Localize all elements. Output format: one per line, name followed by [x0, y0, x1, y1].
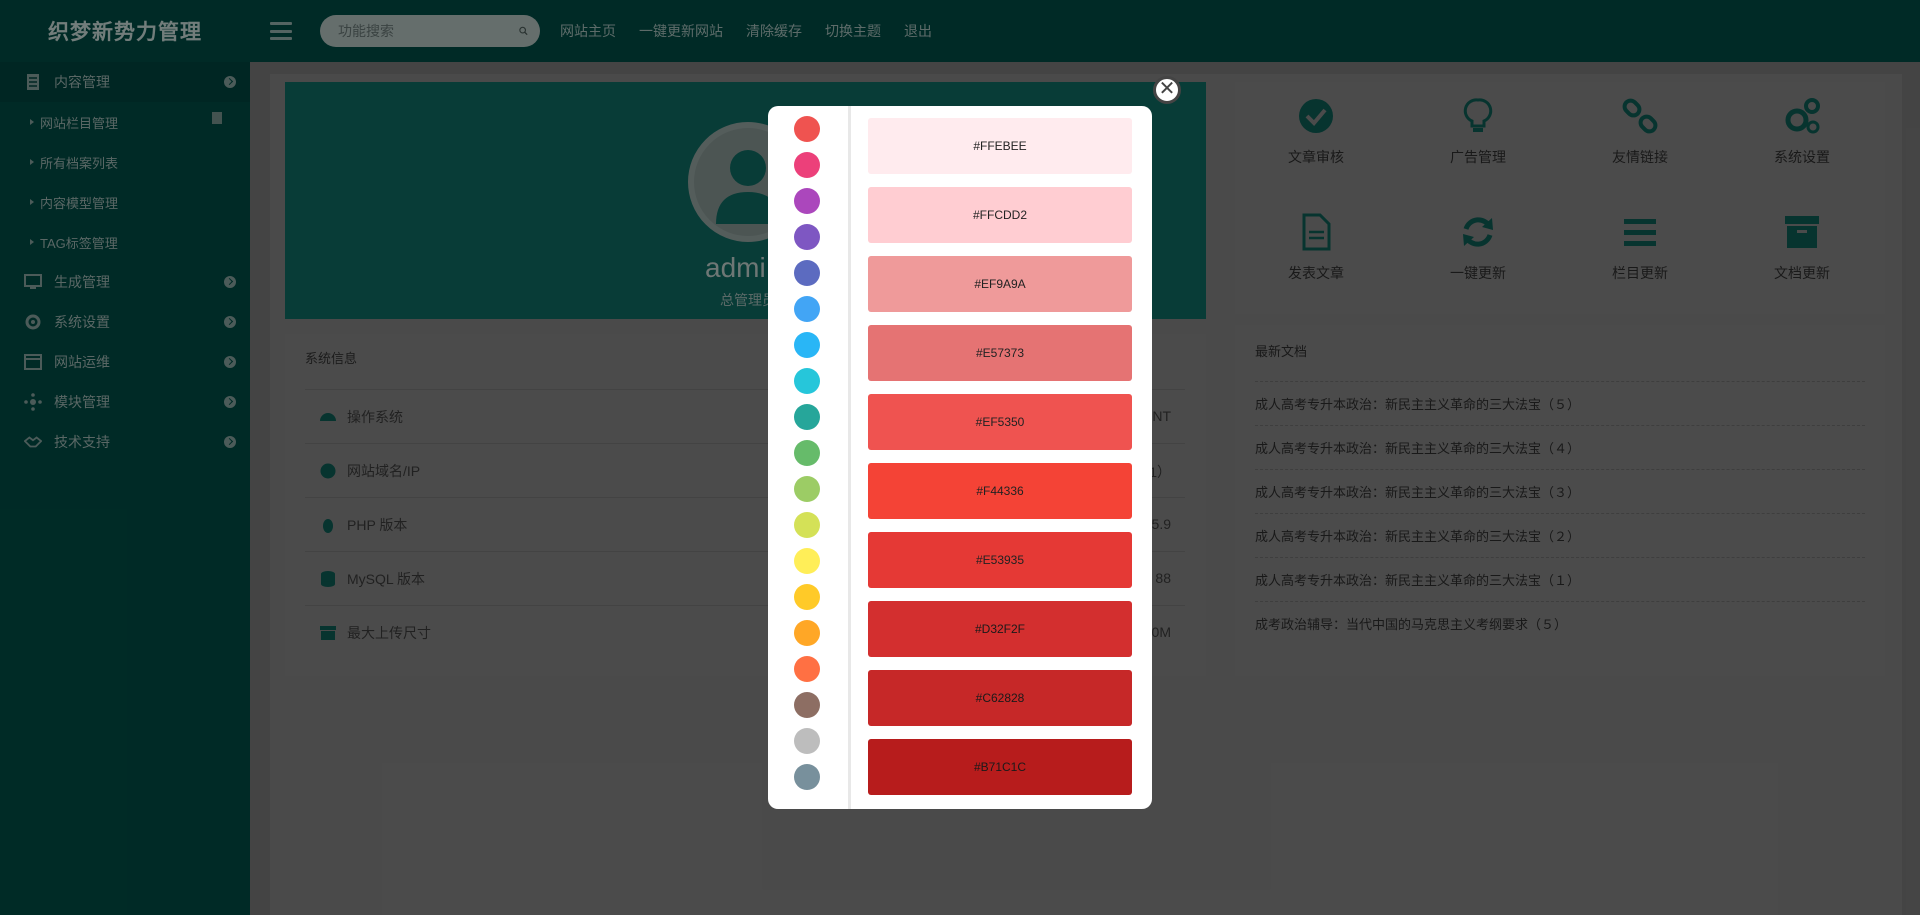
- palette-color-swatch[interactable]: [794, 224, 820, 250]
- color-shade-button[interactable]: #E53935: [868, 532, 1132, 588]
- palette-color-swatch[interactable]: [794, 152, 820, 178]
- color-picker-modal: #FFEBEE #FFCDD2 #EF9A9A #E57373 #EF5350 #F443…: [768, 106, 1152, 809]
- palette-color-swatch[interactable]: [794, 296, 820, 322]
- palette-color-swatch[interactable]: [794, 512, 820, 538]
- palette-color-swatch[interactable]: [794, 584, 820, 610]
- palette-color-swatch[interactable]: [794, 620, 820, 646]
- palette-color-swatch[interactable]: [794, 188, 820, 214]
- palette-color-swatch[interactable]: [794, 404, 820, 430]
- palette-color-swatch[interactable]: [794, 368, 820, 394]
- color-shade-button[interactable]: #EF5350: [868, 394, 1132, 450]
- palette-color-swatch[interactable]: [794, 116, 820, 142]
- color-shade-button[interactable]: #EF9A9A: [868, 256, 1132, 312]
- palette-color-swatch[interactable]: [794, 692, 820, 718]
- close-modal-button[interactable]: ✕: [1153, 76, 1181, 104]
- palette-color-swatch[interactable]: [794, 548, 820, 574]
- color-shade-button[interactable]: #FFEBEE: [868, 118, 1132, 174]
- palette-color-swatch[interactable]: [794, 440, 820, 466]
- palette-color-swatch[interactable]: [794, 656, 820, 682]
- color-shade-button[interactable]: #FFCDD2: [868, 187, 1132, 243]
- palette-color-swatch[interactable]: [794, 728, 820, 754]
- modal-divider: [848, 106, 851, 809]
- color-shade-button[interactable]: #D32F2F: [868, 601, 1132, 657]
- palette-color-swatch[interactable]: [794, 260, 820, 286]
- color-shade-button[interactable]: #F44336: [868, 463, 1132, 519]
- color-palette: [794, 116, 822, 800]
- palette-color-swatch[interactable]: [794, 764, 820, 790]
- palette-color-swatch[interactable]: [794, 476, 820, 502]
- palette-color-swatch[interactable]: [794, 332, 820, 358]
- color-shades-list: #FFEBEE #FFCDD2 #EF9A9A #E57373 #EF5350 #F443…: [868, 118, 1132, 808]
- close-icon: ✕: [1158, 78, 1176, 100]
- color-shade-button[interactable]: #E57373: [868, 325, 1132, 381]
- color-shade-button[interactable]: #C62828: [868, 670, 1132, 726]
- color-shade-button[interactable]: #B71C1C: [868, 739, 1132, 795]
